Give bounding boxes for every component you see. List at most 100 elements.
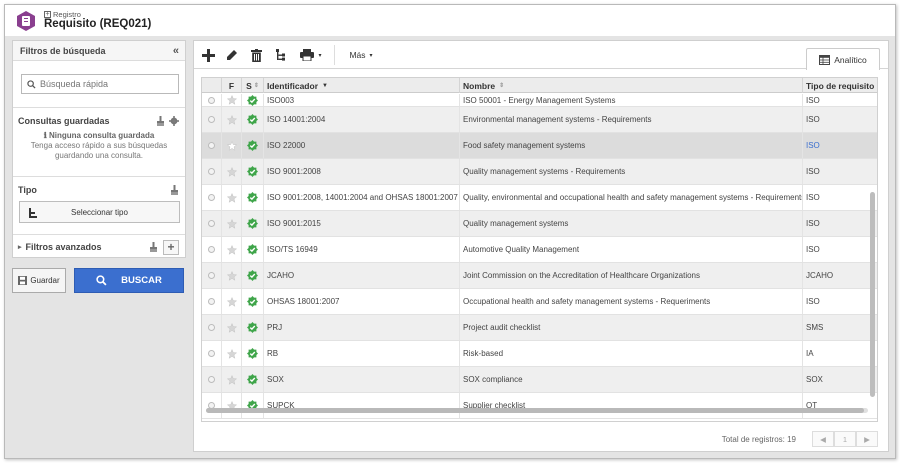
status-icon (242, 107, 264, 132)
tree-icon (29, 208, 37, 218)
vertical-scroll-thumb[interactable] (870, 192, 875, 397)
column-header-name[interactable]: Nombre ⇕ (460, 78, 803, 93)
previous-page-button[interactable]: ◀ (812, 431, 834, 447)
table-row[interactable]: ISO 9001:2015 Quality management systems I… (202, 211, 877, 237)
divider (13, 107, 185, 108)
table-row[interactable]: SUPCK Supplier checklist OT (202, 393, 877, 419)
table-row[interactable]: ISO003 ISO 50001 - Energy Management Syst… (202, 94, 877, 107)
cell-identifier: ISO003 (264, 94, 460, 106)
clear-filter-icon[interactable] (170, 185, 179, 195)
edit-button[interactable] (222, 45, 242, 65)
results-panel: ▾ Más ▾ Analítico F S⇕ Identificador▼ (193, 40, 889, 452)
column-header-identifier[interactable]: Identificador ▼ (264, 78, 460, 93)
cell-name: Supplier checklist (460, 393, 803, 418)
row-select-radio[interactable] (202, 107, 222, 132)
horizontal-scrollbar[interactable] (206, 408, 868, 413)
row-select-radio[interactable] (202, 159, 222, 184)
requirement-app-icon (17, 11, 35, 31)
row-select-radio[interactable] (202, 211, 222, 236)
advanced-filters-section[interactable]: ▸ Filtros avanzados + (13, 239, 185, 255)
hierarchy-button[interactable] (272, 45, 290, 65)
row-select-radio[interactable] (202, 237, 222, 262)
status-icon (242, 367, 264, 392)
favorite-star-icon[interactable] (222, 237, 242, 262)
row-select-radio[interactable] (202, 289, 222, 314)
cell-requirement-type: ISO (806, 245, 820, 254)
favorite-star-icon[interactable] (222, 211, 242, 236)
table-row[interactable]: RB Risk-based IA (202, 341, 877, 367)
column-header-s[interactable]: S ⇕ (242, 78, 264, 93)
sort-icon: ⇕ (499, 83, 505, 89)
row-select-radio[interactable] (202, 263, 222, 288)
cell-name: Automotive Quality Management (460, 237, 803, 262)
table-row[interactable]: ISO 9001:2008 Quality management systems … (202, 159, 877, 185)
row-select-radio[interactable] (202, 185, 222, 210)
cell-requirement-type: ISO (806, 95, 820, 105)
print-button[interactable]: ▾ (296, 45, 326, 65)
expand-icon: + (44, 11, 51, 18)
cell-identifier: ISO 9001:2008, 14001:2004 and OHSAS 1800… (264, 185, 460, 210)
row-select-radio[interactable] (202, 341, 222, 366)
favorite-star-icon[interactable] (222, 367, 242, 392)
cell-requirement-type: OT (806, 401, 818, 410)
favorite-star-icon[interactable] (222, 289, 242, 314)
favorite-star-icon[interactable] (222, 393, 242, 418)
search-icon (27, 79, 36, 89)
cell-requirement-type: ISO (806, 219, 820, 228)
table-row[interactable]: PRJ Project audit checklist SMS (202, 315, 877, 341)
horizontal-scroll-thumb[interactable] (206, 408, 864, 413)
quick-search-field[interactable] (21, 74, 179, 94)
column-header-f[interactable]: F (222, 78, 242, 93)
select-column-header (202, 78, 222, 93)
quick-search-input[interactable] (40, 79, 170, 89)
table-row[interactable]: JCAHO Joint Commission on the Accreditati… (202, 263, 877, 289)
save-query-button[interactable]: Guardar (12, 268, 66, 293)
table-row[interactable]: OHSAS 18001:2007 Occupational health and … (202, 289, 877, 315)
row-select-radio[interactable] (202, 94, 222, 106)
vertical-scrollbar[interactable] (870, 94, 875, 399)
favorite-star-icon[interactable] (222, 107, 242, 132)
add-button[interactable] (198, 45, 218, 65)
cell-name: Quality management systems - Requirement… (460, 159, 803, 184)
table-row[interactable]: ISO/TS 16949 Automotive Quality Managemen… (202, 237, 877, 263)
cell-identifier: JCAHO (264, 263, 460, 288)
table-row[interactable]: ISO 14001:2004 Environmental management s… (202, 107, 877, 133)
row-select-radio[interactable] (202, 367, 222, 392)
row-select-radio[interactable] (202, 315, 222, 340)
clear-filter-icon[interactable] (156, 116, 165, 126)
delete-button[interactable] (246, 45, 266, 65)
next-page-button[interactable]: ▶ (856, 431, 878, 447)
favorite-star-icon[interactable] (222, 341, 242, 366)
add-filter-button[interactable]: + (163, 239, 179, 255)
tab-analytic[interactable]: Analítico (806, 48, 880, 70)
table-row[interactable]: ISO 22000 Food safety management systems I… (202, 133, 877, 159)
favorite-star-icon[interactable] (222, 159, 242, 184)
favorite-star-icon[interactable] (222, 133, 242, 158)
info-icon: ℹ (43, 131, 47, 140)
table-row[interactable]: ISO 9001:2008, 14001:2004 and OHSAS 1800… (202, 185, 877, 211)
collapse-panel-icon[interactable]: « (173, 45, 179, 57)
column-header-requirement-type[interactable]: Tipo de requisito (803, 78, 877, 93)
trash-icon (250, 48, 262, 62)
table-row[interactable]: SOX SOX compliance SOX (202, 367, 877, 393)
results-grid: F S ⇕ Identificador ▼ Nombre ⇕ Tipo de requ… (201, 77, 878, 422)
favorite-star-icon[interactable] (222, 94, 242, 106)
gear-icon[interactable] (169, 116, 179, 126)
plus-icon (201, 48, 215, 62)
clear-filter-icon[interactable] (149, 242, 158, 252)
cell-requirement-type: ISO (806, 167, 820, 176)
cell-identifier: ISO 22000 (264, 133, 460, 158)
select-type-label: Seleccionar tipo (71, 207, 128, 217)
favorite-star-icon[interactable] (222, 315, 242, 340)
cell-name: Quality, environmental and occupational … (460, 185, 803, 210)
row-select-radio[interactable] (202, 393, 222, 418)
favorite-star-icon[interactable] (222, 263, 242, 288)
status-icon (242, 159, 264, 184)
favorite-star-icon[interactable] (222, 185, 242, 210)
select-type-button[interactable]: Seleccionar tipo (19, 201, 180, 223)
divider (13, 176, 185, 177)
more-menu[interactable]: Más ▾ (344, 45, 378, 65)
search-button[interactable]: BUSCAR (74, 268, 184, 293)
total-records: Total de registros: 19 (721, 434, 796, 444)
row-select-radio[interactable] (202, 133, 222, 158)
